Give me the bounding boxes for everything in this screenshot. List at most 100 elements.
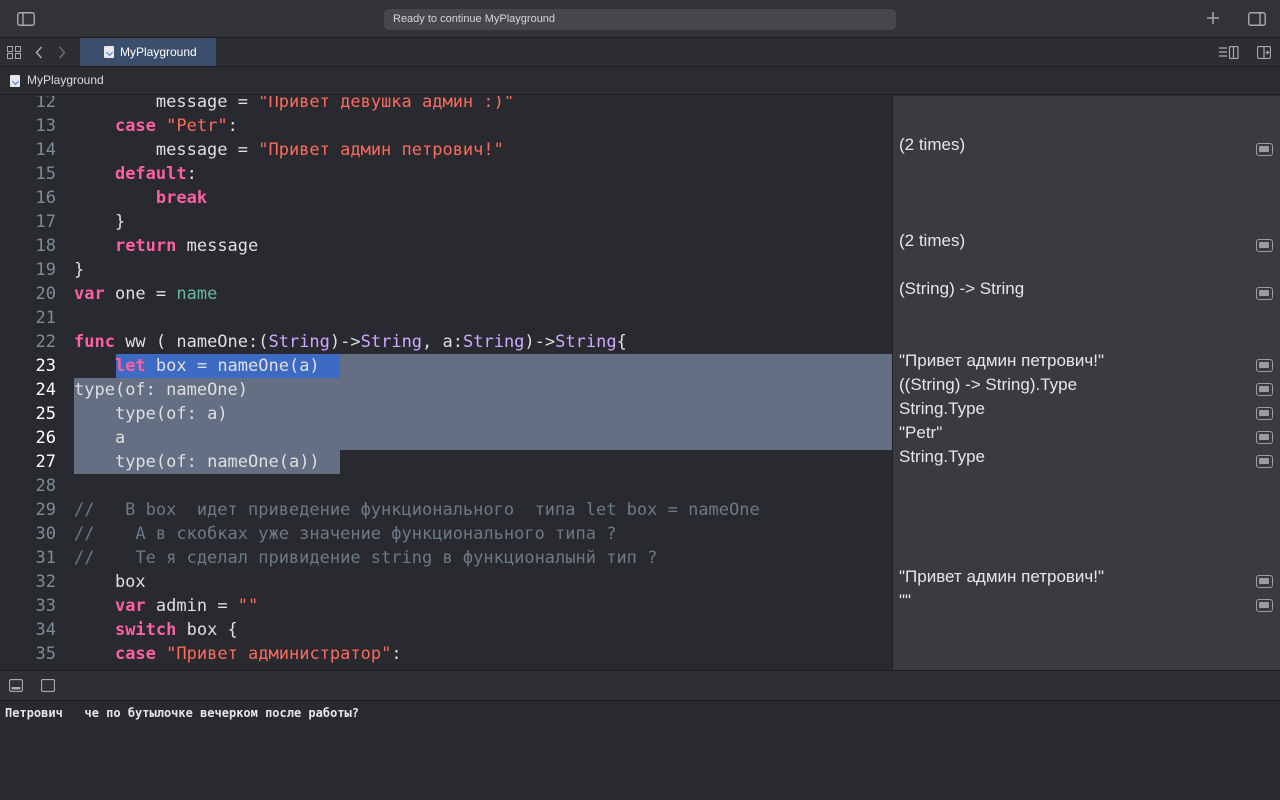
chevron-right-icon[interactable] bbox=[58, 46, 66, 64]
code-text: default: bbox=[114, 164, 197, 184]
line-number: 20 bbox=[35, 284, 56, 304]
line-number: 24 bbox=[35, 380, 56, 400]
code-line[interactable]: 16 break bbox=[0, 186, 892, 210]
playground-file-icon bbox=[10, 75, 20, 87]
code-line[interactable]: 19} bbox=[0, 258, 892, 282]
line-number: 35 bbox=[35, 644, 56, 664]
code-line[interactable]: 21 bbox=[0, 306, 892, 330]
plus-icon[interactable] bbox=[1206, 11, 1220, 30]
code-line[interactable]: 29 // В box идет приведение функционально… bbox=[0, 498, 892, 522]
result-value: (2 times) bbox=[899, 135, 966, 154]
code-line[interactable]: 23 let box = nameOne(a) bbox=[0, 354, 892, 378]
line-number: 18 bbox=[35, 236, 56, 256]
code-line[interactable]: 27 type(of: nameOne(a)) bbox=[0, 450, 892, 474]
code-line[interactable]: 26 a bbox=[0, 426, 892, 450]
code-line[interactable]: 20 var one = name bbox=[0, 282, 892, 306]
code-line[interactable]: 12 message = "Привет девушка админ :)" bbox=[0, 96, 892, 114]
code-text: let box = nameOne(a) bbox=[114, 356, 320, 376]
code-line[interactable]: 13 case "Petr": bbox=[0, 114, 892, 138]
console-area[interactable]: Петрович че по бутылочке вечерком после … bbox=[0, 701, 1280, 800]
code-line[interactable]: 32 box bbox=[0, 570, 892, 594]
line-number: 12 bbox=[35, 96, 56, 112]
code-line[interactable]: 30 // А в скобках уже значение функционал… bbox=[0, 522, 892, 546]
quick-look-icon[interactable] bbox=[1256, 431, 1273, 444]
tab-bar: MyPlayground bbox=[0, 38, 1280, 67]
inspector-toggle-icon[interactable] bbox=[1248, 12, 1266, 31]
code-line[interactable]: 25 type(of: a) bbox=[0, 402, 892, 426]
code-text: case "Petr": bbox=[114, 116, 238, 136]
activity-status: Ready to continue MyPlayground bbox=[384, 9, 896, 30]
code-text: break bbox=[155, 188, 208, 208]
quick-look-icon[interactable] bbox=[1256, 407, 1273, 420]
chevron-left-icon[interactable] bbox=[35, 46, 43, 64]
line-number: 30 bbox=[35, 524, 56, 544]
code-text: type(of: nameOne(a)) bbox=[114, 452, 320, 472]
window-toolbar: Ready to continue MyPlayground bbox=[0, 0, 1280, 38]
line-number: 16 bbox=[35, 188, 56, 208]
line-number: 31 bbox=[35, 548, 56, 568]
hide-debug-area-icon[interactable] bbox=[8, 678, 24, 697]
code-text: // В box идет приведение функционального… bbox=[74, 500, 760, 520]
quick-look-icon[interactable] bbox=[1256, 383, 1273, 396]
code-line[interactable]: 34 switch box { bbox=[0, 618, 892, 642]
code-line[interactable]: 24 type(of: nameOne) bbox=[0, 378, 892, 402]
tab-myplayground[interactable]: MyPlayground bbox=[80, 38, 216, 66]
results-sidebar: (2 times) (2 times) (String) -> String "При… bbox=[892, 96, 1280, 670]
line-number: 32 bbox=[35, 572, 56, 592]
line-number: 15 bbox=[35, 164, 56, 184]
code-line[interactable]: 33 var admin = "" bbox=[0, 594, 892, 618]
jump-bar: MyPlayground bbox=[0, 67, 1280, 95]
source-editor[interactable]: 12 message = "Привет девушка админ :)" 13… bbox=[0, 96, 892, 670]
code-text: a bbox=[74, 428, 126, 448]
code-text: message = "Привет девушка админ :)" bbox=[74, 96, 515, 112]
line-number: 19 bbox=[35, 260, 56, 280]
result-value: (String) -> String bbox=[899, 279, 1025, 298]
line-number: 28 bbox=[35, 476, 56, 496]
console-output: Петрович че по бутылочке вечерком после … bbox=[5, 706, 360, 720]
result-value: (2 times) bbox=[899, 231, 966, 250]
editor-options-icon[interactable] bbox=[1219, 45, 1239, 64]
code-text: message = "Привет админ петрович!" bbox=[74, 140, 504, 160]
code-text: return message bbox=[114, 236, 259, 256]
code-line[interactable]: 35 case "Привет администратор": bbox=[0, 642, 892, 666]
result-value: "" bbox=[899, 591, 912, 610]
line-number: 17 bbox=[35, 212, 56, 232]
add-editor-icon[interactable] bbox=[1256, 45, 1272, 64]
code-text: // Те я сделал привидение string в функц… bbox=[74, 548, 658, 568]
code-line[interactable]: 18 return message bbox=[0, 234, 892, 258]
quick-look-icon[interactable] bbox=[1256, 287, 1273, 300]
code-text: case "Привет администратор": bbox=[114, 644, 402, 664]
line-number: 26 bbox=[35, 428, 56, 448]
tab-label: MyPlayground bbox=[120, 45, 197, 59]
line-number: 29 bbox=[35, 500, 56, 520]
line-number: 27 bbox=[35, 452, 56, 472]
line-number: 34 bbox=[35, 620, 56, 640]
code-line[interactable]: 15 default: bbox=[0, 162, 892, 186]
quick-look-icon[interactable] bbox=[1256, 455, 1273, 468]
code-line[interactable]: 17 } bbox=[0, 210, 892, 234]
code-text: var one = name bbox=[74, 284, 218, 304]
code-line[interactable]: 31 // Те я сделал привидение string в фун… bbox=[0, 546, 892, 570]
code-text: func ww ( nameOne:(String)->String, a:St… bbox=[74, 332, 627, 352]
code-text: var admin = "" bbox=[114, 596, 259, 616]
grid-icon[interactable] bbox=[7, 46, 21, 64]
code-line[interactable]: 22 func ww ( nameOne:(String)->String, a:… bbox=[0, 330, 892, 354]
quick-look-icon[interactable] bbox=[1256, 359, 1273, 372]
quick-look-icon[interactable] bbox=[1256, 599, 1273, 612]
code-text: // А в скобках уже значение функциональн… bbox=[74, 524, 617, 544]
result-value: "Привет админ петрович!" bbox=[899, 351, 1105, 370]
sidebar-toggle-icon[interactable] bbox=[17, 12, 35, 31]
result-value: String.Type bbox=[899, 447, 985, 466]
quick-look-icon[interactable] bbox=[1256, 575, 1273, 588]
result-value: ((String) -> String).Type bbox=[899, 375, 1078, 394]
code-text: } bbox=[74, 212, 126, 232]
line-number: 21 bbox=[35, 308, 56, 328]
breadcrumb[interactable]: MyPlayground bbox=[27, 67, 104, 94]
code-line[interactable]: 28 bbox=[0, 474, 892, 498]
quick-look-icon[interactable] bbox=[1256, 239, 1273, 252]
code-text: type(of: a) bbox=[114, 404, 228, 424]
code-line[interactable]: 14 message = "Привет админ петрович!" bbox=[0, 138, 892, 162]
show-console-icon[interactable] bbox=[40, 678, 56, 697]
line-number: 14 bbox=[35, 140, 56, 160]
quick-look-icon[interactable] bbox=[1256, 143, 1273, 156]
